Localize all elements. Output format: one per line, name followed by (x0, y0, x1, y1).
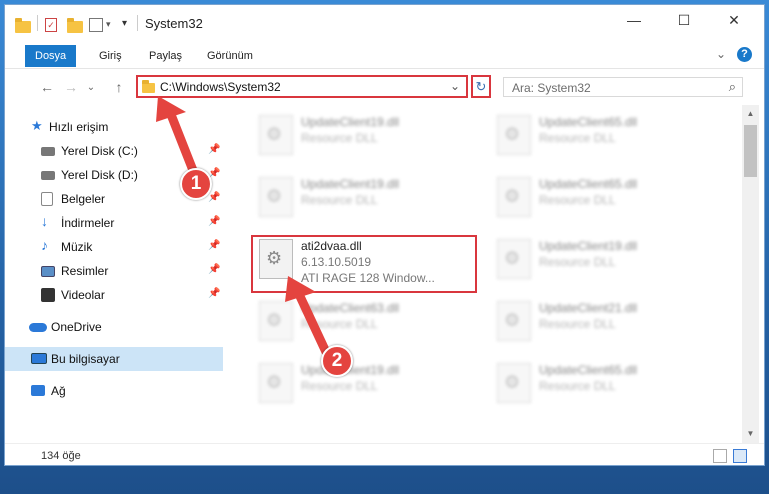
step-badge-1: 1 (180, 168, 212, 200)
arrow-2 (293, 287, 331, 357)
annotation-arrows (156, 96, 331, 357)
step-badge-2: 2 (321, 345, 353, 377)
